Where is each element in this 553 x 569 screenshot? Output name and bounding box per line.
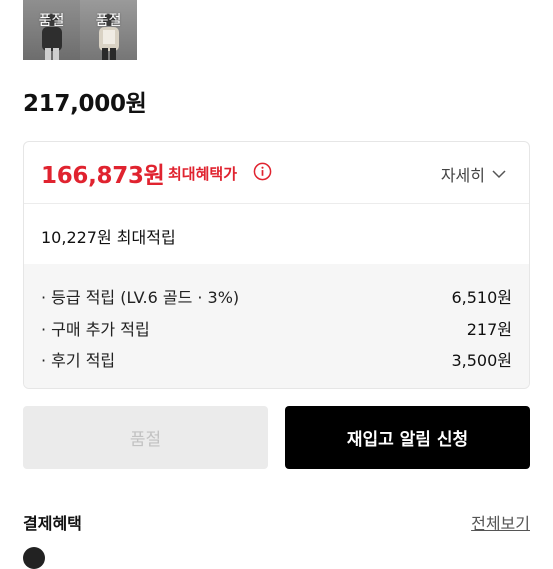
breakdown-label: · 후기 적립 (41, 351, 116, 370)
max-benefit-price: 166,873원 (41, 163, 165, 189)
benefit-header: 166,873원 최대혜택가 자세히 (24, 142, 529, 204)
restock-alert-button[interactable]: 재입고 알림 신청 (285, 406, 530, 469)
breakdown-value: 3,500원 (451, 351, 512, 370)
breakdown-label: · 구매 추가 적립 (41, 320, 150, 339)
payment-benefits-title: 결제혜택 (23, 514, 82, 533)
sold-out-button[interactable]: 품절 (23, 406, 268, 469)
points-breakdown: · 등급 적립 (LV.6 골드 · 3%) 6,510원 · 구매 추가 적립… (24, 264, 529, 388)
sold-out-overlay: 품절 (38, 13, 65, 29)
breakdown-row: · 등급 적립 (LV.6 골드 · 3%) 6,510원 (41, 284, 512, 308)
detail-toggle-button[interactable]: 자세히 (441, 162, 507, 186)
card-brand-icon (23, 547, 45, 569)
thumbnail-strip: 품절 품절 (23, 0, 137, 60)
breakdown-row: · 후기 적립 3,500원 (41, 347, 512, 371)
breakdown-value: 217원 (466, 320, 512, 339)
max-benefit-label: 최대혜택가 (168, 165, 238, 183)
product-price: 217,000원 (23, 91, 147, 117)
detail-label: 자세히 (440, 166, 485, 185)
points-total: 10,227원 최대적립 (41, 228, 176, 247)
info-icon[interactable] (253, 162, 272, 181)
benefit-card: 166,873원 최대혜택가 자세히 10,227원 최대적립 · 등급 적립 … (23, 141, 530, 389)
sold-out-overlay: 품절 (95, 13, 122, 29)
product-thumbnail[interactable]: 품절 (23, 0, 80, 60)
see-all-link[interactable]: 전체보기 (471, 510, 530, 534)
points-summary: 10,227원 최대적립 (24, 204, 529, 264)
breakdown-value: 6,510원 (451, 288, 512, 307)
breakdown-label: · 등급 적립 (LV.6 골드 · 3%) (41, 288, 240, 307)
chevron-down-icon (492, 170, 506, 179)
product-thumbnail[interactable]: 품절 (80, 0, 137, 60)
breakdown-row: · 구매 추가 적립 217원 (41, 316, 512, 340)
